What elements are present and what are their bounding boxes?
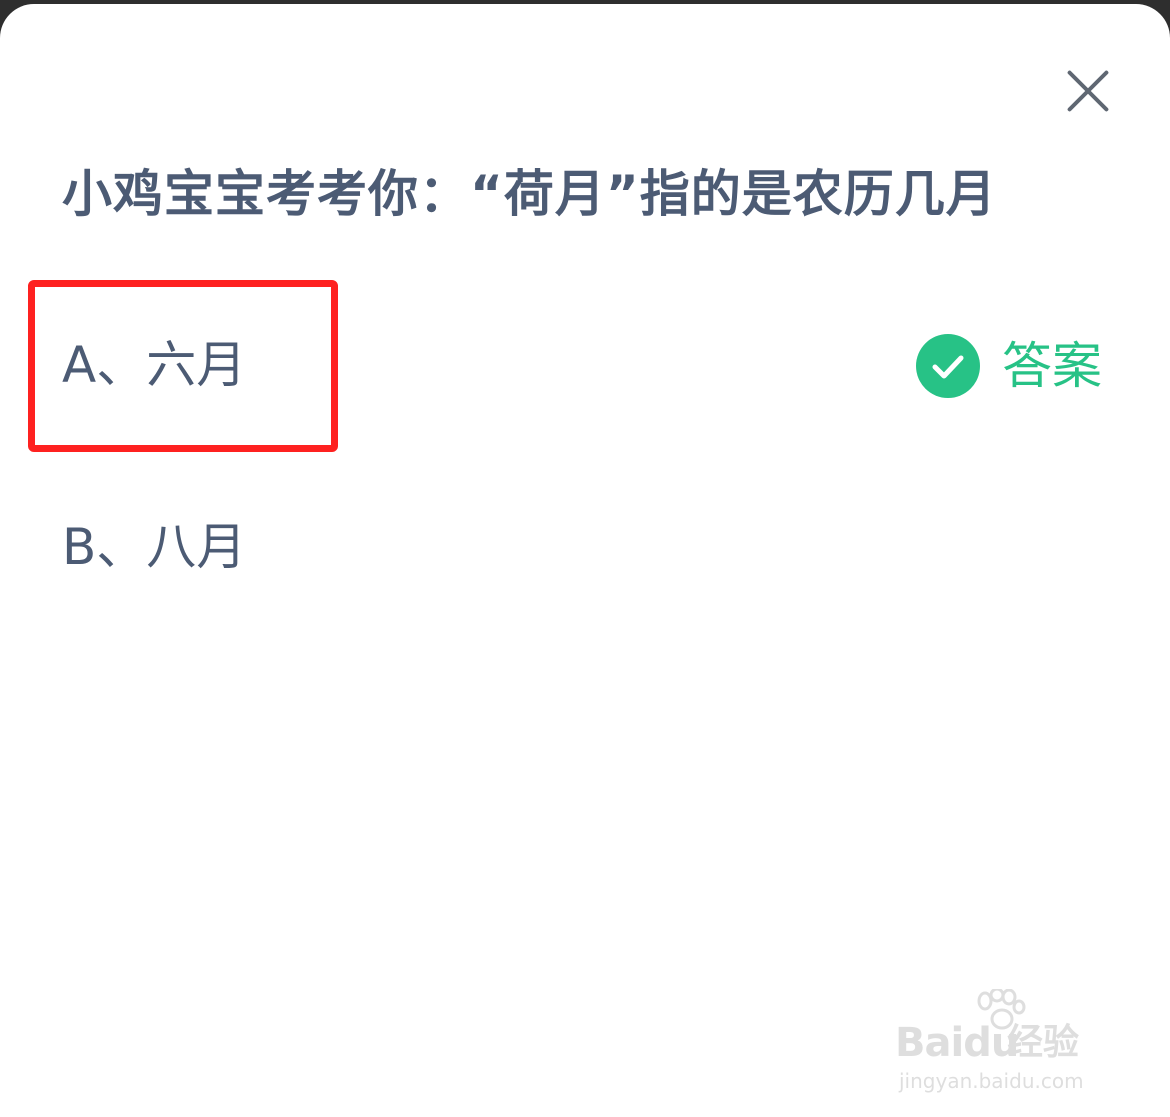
baidu-jingyan-watermark: Baidu 经验 jingyan.baidu.com (895, 989, 1110, 1099)
watermark-url: jingyan.baidu.com (899, 1069, 1084, 1093)
quiz-question: 小鸡宝宝考考你：“荷月”指的是农历几月 (62, 165, 997, 223)
close-icon[interactable] (1058, 62, 1116, 120)
option-a[interactable]: A、六月 (0, 306, 1170, 426)
watermark-brand: Baidu (895, 1020, 1019, 1066)
option-b-label: B、八月 (62, 518, 247, 576)
option-b[interactable]: B、八月 (0, 488, 1170, 608)
option-a-label: A、六月 (62, 336, 247, 394)
quiz-dialog: 小鸡宝宝考考你：“荷月”指的是农历几月 A、六月 答案 B、八月 Baidu 经… (0, 4, 1170, 1117)
watermark-sub: 经验 (1007, 1022, 1080, 1063)
paw-logo-icon (977, 989, 1026, 1030)
answer-label: 答案 (1002, 337, 1102, 395)
check-circle-icon (916, 334, 980, 398)
